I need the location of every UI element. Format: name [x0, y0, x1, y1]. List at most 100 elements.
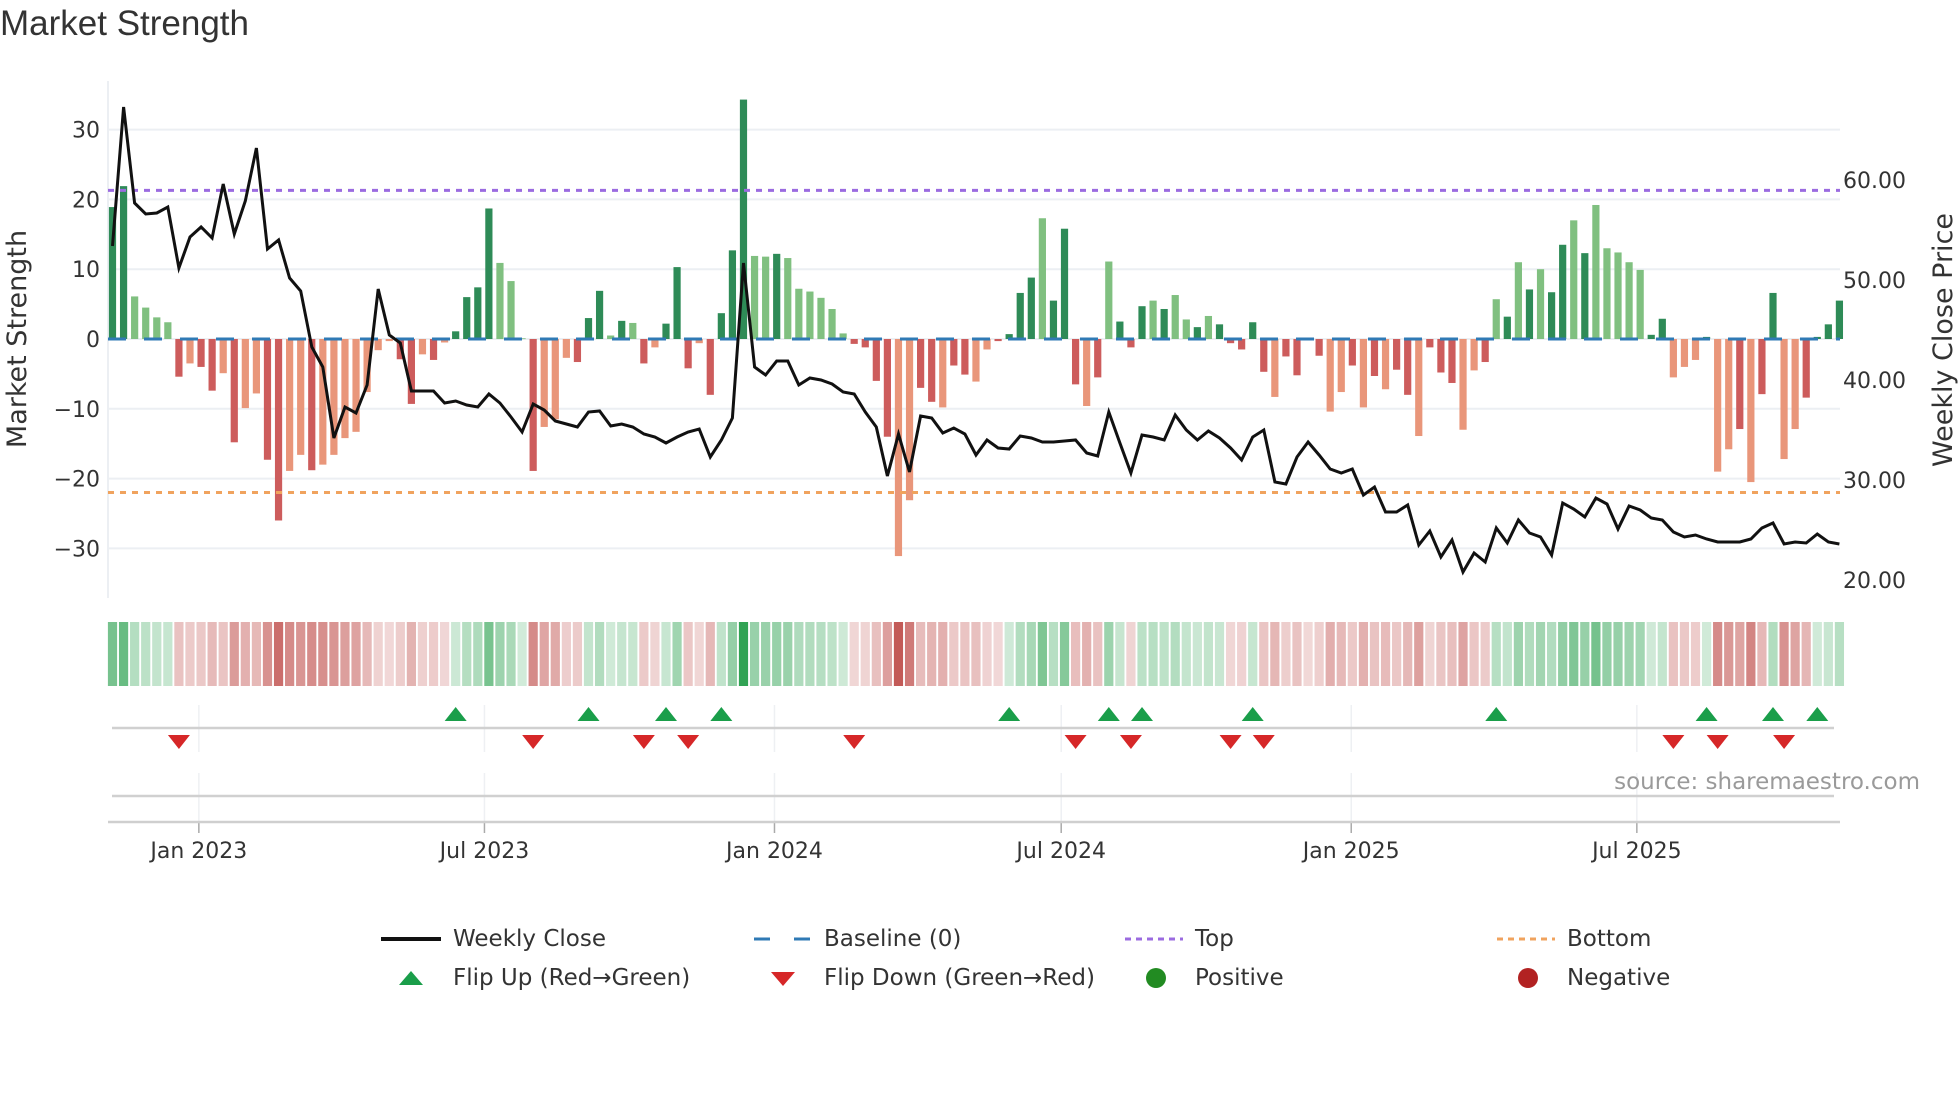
- heatmap-cell: [373, 622, 383, 686]
- heatmap-cell: [462, 622, 472, 686]
- positive-bar: [1525, 289, 1534, 339]
- heatmap-cell: [705, 622, 715, 686]
- flip-up-marker: [998, 707, 1021, 721]
- heatmap-cell: [1447, 622, 1457, 686]
- positive-bar: [1160, 308, 1168, 339]
- legend-item-flip-down: Flip Down (Green→Red): [754, 961, 1095, 995]
- positive-bar: [784, 258, 792, 339]
- heatmap-cell: [882, 622, 892, 686]
- negative-bar: [1747, 339, 1755, 483]
- x-tick-label: Jan 2024: [724, 839, 823, 864]
- heatmap-cell: [749, 622, 760, 686]
- heatmap-cell: [1292, 622, 1302, 686]
- heatmap-cell: [993, 622, 1003, 686]
- heatmap-cell: [107, 622, 118, 686]
- y2-axis-title: Weekly Close Price: [1928, 213, 1959, 467]
- negative-bar: [197, 339, 205, 367]
- heatmap-cell: [1613, 622, 1623, 686]
- negative-bar: [1470, 339, 1478, 371]
- heatmap-cell: [1746, 622, 1756, 686]
- heatmap-cell: [827, 622, 837, 686]
- negative-bar: [219, 339, 227, 374]
- heatmap-cell: [1569, 622, 1579, 686]
- heatmap-cell: [1679, 622, 1690, 686]
- heatmap-cell: [1225, 622, 1236, 686]
- positive-bar: [496, 262, 504, 339]
- flip-up-marker: [1131, 707, 1154, 721]
- negative-bar: [905, 339, 914, 501]
- heatmap-cell: [229, 622, 239, 686]
- legend-item-bottom: Bottom: [1497, 922, 1651, 956]
- positive-bar: [817, 297, 825, 339]
- dotted-swatch-icon: [1497, 937, 1555, 941]
- positive-bar: [131, 296, 139, 339]
- legend-label: Positive: [1195, 965, 1284, 991]
- heatmap-cell: [716, 622, 726, 686]
- flip-down-marker: [1706, 735, 1729, 749]
- x-tick-label: Jul 2024: [1014, 839, 1106, 864]
- heatmap-cell: [794, 622, 804, 686]
- y-tick-label: −10: [54, 398, 100, 423]
- flip-up-marker: [1806, 707, 1829, 721]
- negative-bar: [1282, 339, 1290, 357]
- heatmap-cell: [1602, 622, 1612, 686]
- heatmap-cell: [273, 622, 284, 686]
- heatmap-cell: [1126, 622, 1136, 686]
- heatmap-cell: [1668, 622, 1678, 686]
- negative-bar: [850, 339, 858, 344]
- heatmap-cell: [1203, 622, 1214, 686]
- positive-bar: [1625, 262, 1633, 339]
- heatmap-cell: [506, 622, 516, 686]
- negative-bar: [562, 339, 570, 358]
- heatmap-cell: [1502, 622, 1512, 686]
- heatmap-cell: [1314, 622, 1324, 686]
- positive-bar: [1116, 321, 1124, 339]
- negative-bar: [1448, 339, 1456, 383]
- positive-bar: [728, 250, 737, 339]
- heatmap-cell: [174, 622, 184, 686]
- heatmap-cell: [661, 622, 671, 686]
- negative-bar: [297, 339, 305, 455]
- heatmap-cell: [594, 622, 605, 686]
- negative-bar: [573, 339, 582, 363]
- positive-bar: [1249, 322, 1257, 339]
- heatmap-cell: [971, 622, 981, 686]
- heatmap-cell: [262, 622, 273, 686]
- heatmap-cell: [1237, 622, 1247, 686]
- negative-bar: [1802, 339, 1810, 398]
- positive-bar: [1049, 300, 1058, 339]
- heatmap-cell: [539, 622, 549, 686]
- heatmap-cell: [384, 622, 394, 686]
- positive-bar: [1636, 269, 1644, 339]
- heatmap-cell: [1181, 622, 1191, 686]
- legend-item-baseline: Baseline (0): [754, 922, 961, 956]
- heatmap-cell: [251, 622, 262, 686]
- heatmap-cell: [1713, 622, 1723, 686]
- heatmap-cell: [163, 622, 173, 686]
- heatmap-cell: [860, 622, 870, 686]
- heatmap-cell: [428, 622, 439, 686]
- heatmap-cell: [1524, 622, 1535, 686]
- heatmap-cell: [982, 622, 992, 686]
- negative-bar: [551, 339, 559, 420]
- heatmap-cell: [1192, 622, 1202, 686]
- heatmap-cell: [318, 622, 328, 686]
- negative-bar: [407, 339, 415, 404]
- heatmap-cell: [916, 622, 926, 686]
- negative-bar: [1238, 339, 1246, 350]
- heatmap-cell: [694, 622, 704, 686]
- heatmap-cell: [1358, 622, 1369, 686]
- heatmap-cell: [849, 622, 859, 686]
- legend-label: Baseline (0): [824, 926, 962, 952]
- heatmap-cell: [1137, 622, 1147, 686]
- legend-label: Top: [1195, 926, 1234, 952]
- heatmap-cell: [572, 622, 583, 686]
- flip-up-marker: [444, 707, 467, 721]
- legend: Weekly Close Baseline (0) Top Bottom Fli…: [0, 922, 1960, 1002]
- positive-bar: [474, 287, 482, 339]
- heatmap-cell: [1004, 622, 1014, 686]
- positive-bar: [1215, 324, 1224, 339]
- heatmap-cell: [1469, 622, 1479, 686]
- negative-bar: [1680, 339, 1689, 367]
- negative-bar: [1337, 339, 1345, 393]
